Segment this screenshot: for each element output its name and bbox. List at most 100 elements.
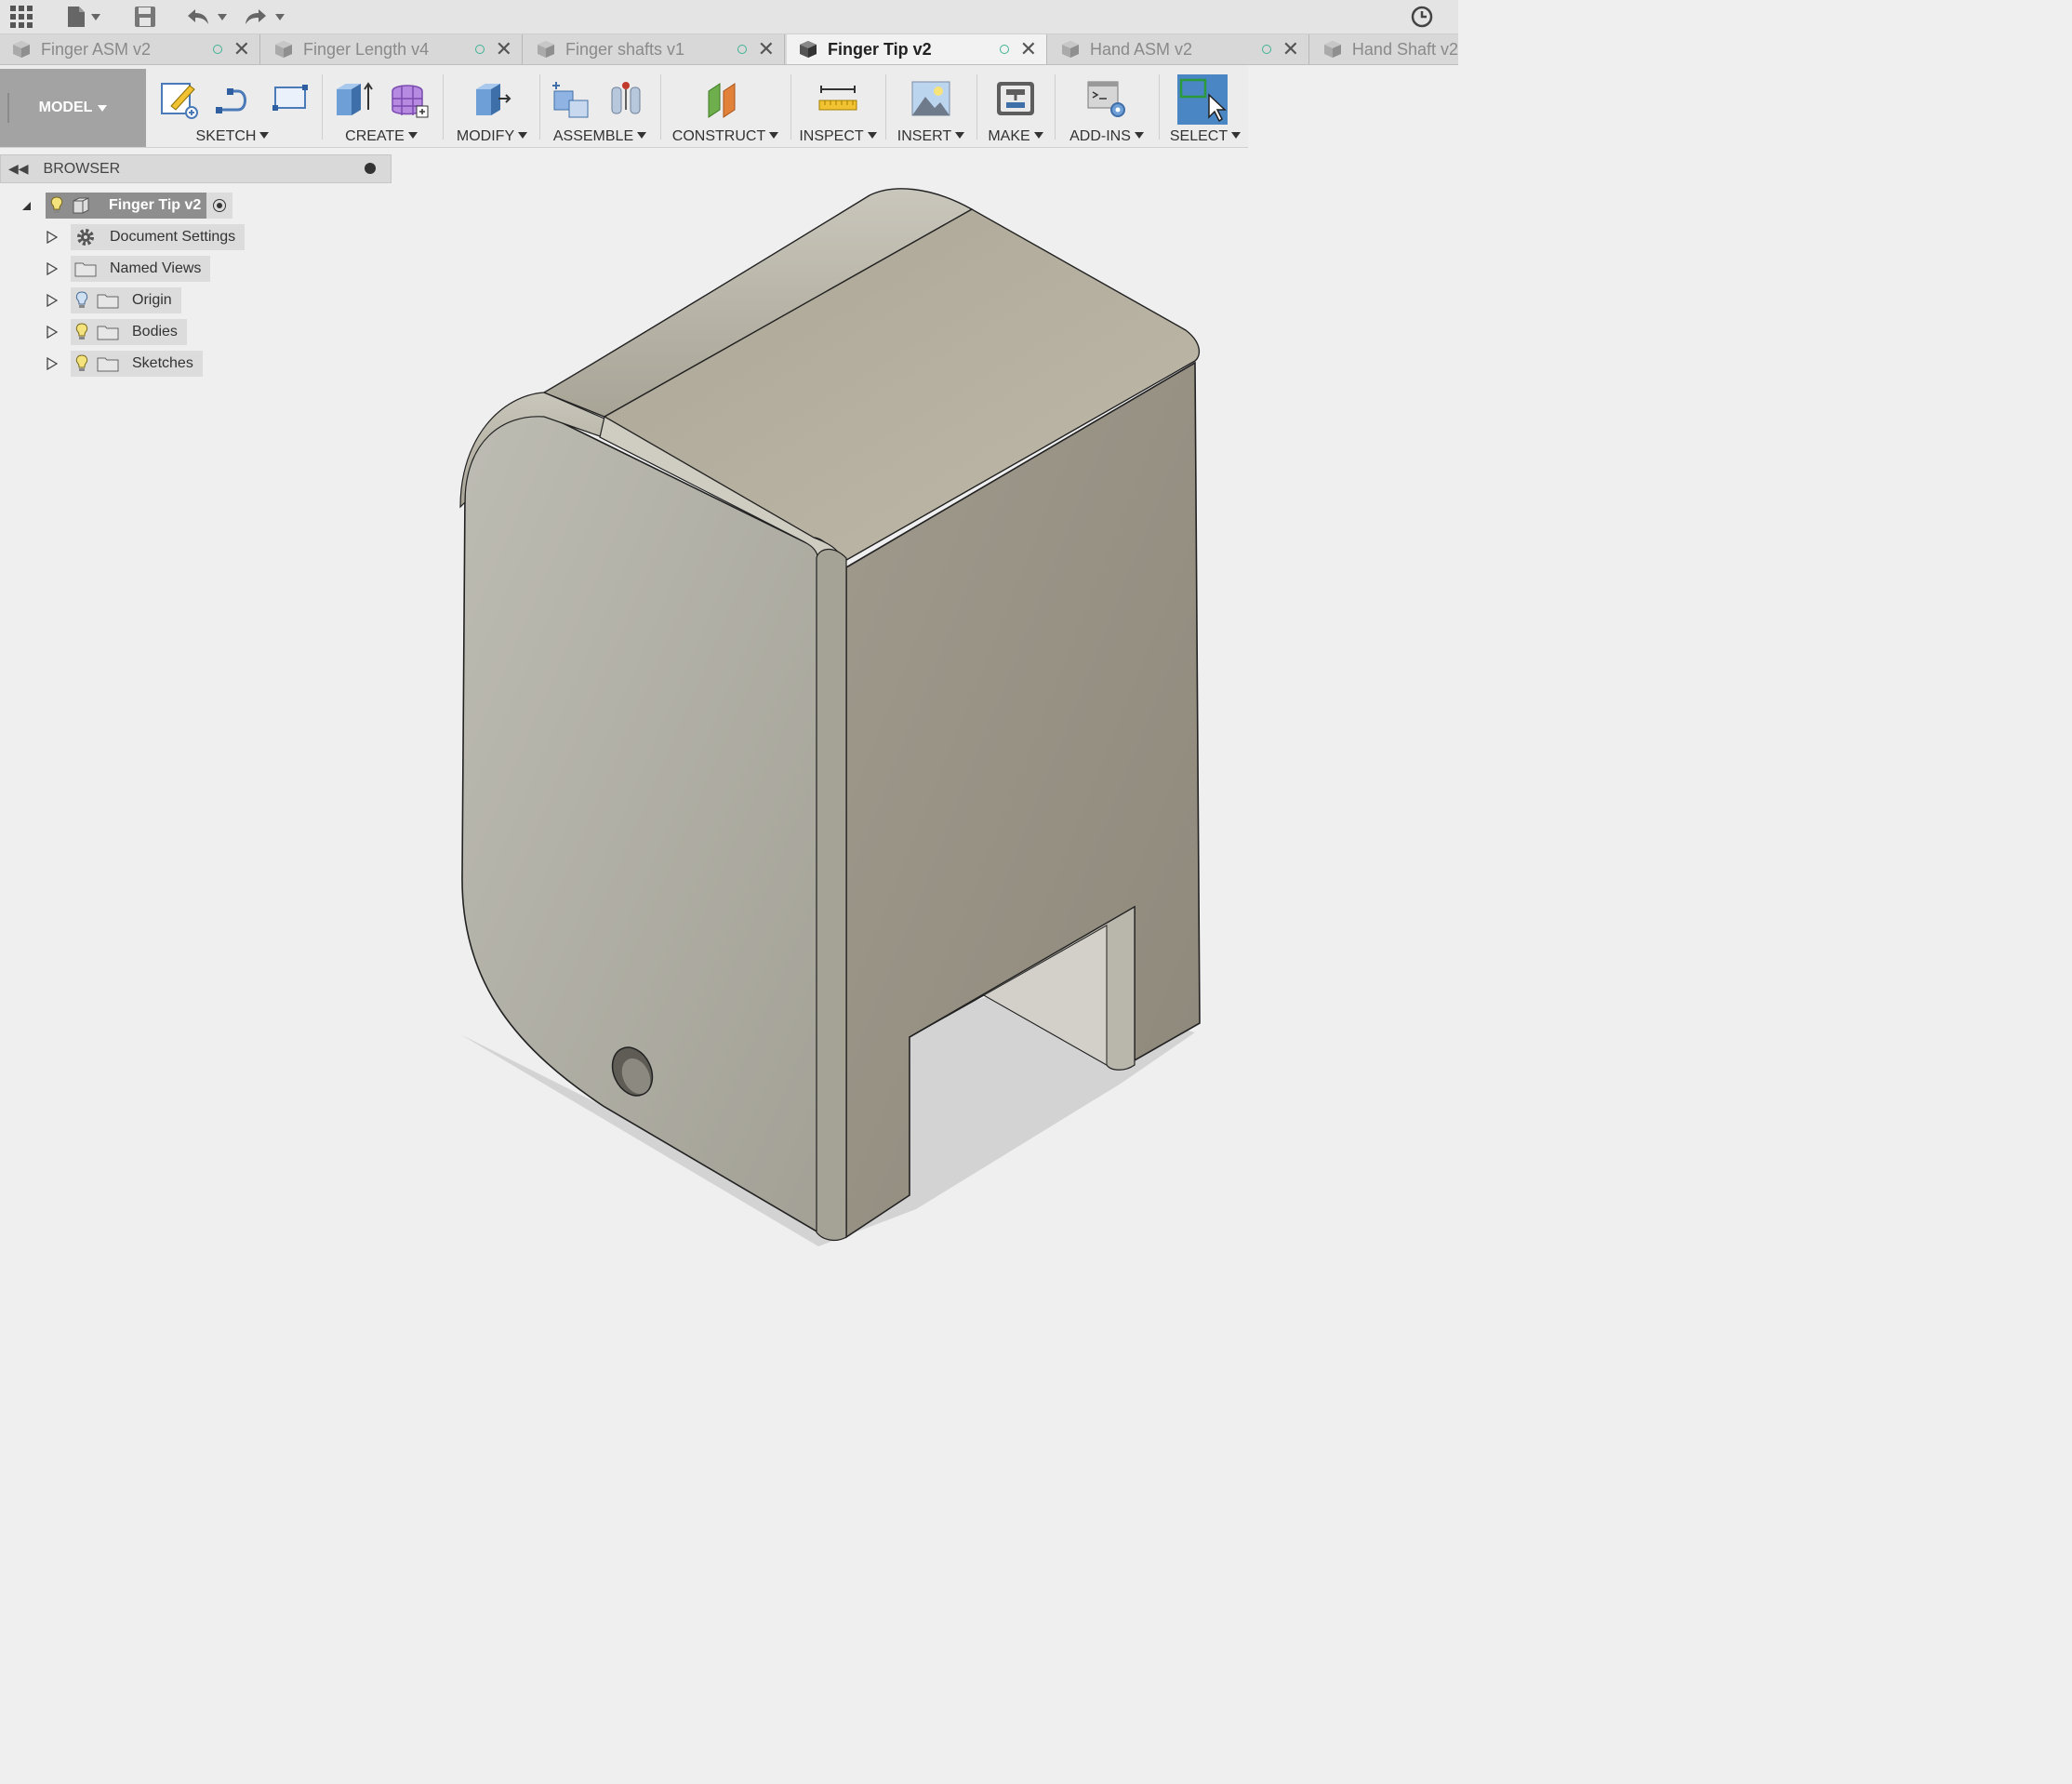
close-icon[interactable]: ✕: [1282, 39, 1299, 60]
item-label: Named Views: [110, 260, 202, 276]
divider: [1159, 74, 1160, 140]
close-icon[interactable]: ✕: [233, 39, 250, 60]
extrude-icon[interactable]: [333, 78, 374, 119]
chevron-down-icon: [518, 132, 528, 139]
chevron-down-icon: [407, 132, 418, 139]
inspect-menu[interactable]: INSPECT: [794, 128, 882, 145]
undo-button[interactable]: [186, 4, 227, 30]
named-views-node[interactable]: Named Views: [71, 256, 211, 282]
model-corner-fillet: [816, 549, 847, 1242]
tab-finger-asm[interactable]: Finger ASM v2 ✕: [0, 34, 260, 64]
inspect-label: INSPECT: [799, 128, 864, 144]
close-icon[interactable]: ✕: [496, 39, 512, 60]
select-label: SELECT: [1169, 128, 1229, 144]
create-label: CREATE: [345, 128, 405, 144]
chevron-down-icon: [259, 132, 270, 139]
assemble-menu[interactable]: ASSEMBLE: [543, 128, 657, 145]
save-icon[interactable]: [134, 4, 156, 30]
sync-status-icon: [212, 45, 222, 54]
tab-finger-tip[interactable]: Finger Tip v2 ✕: [787, 34, 1047, 64]
offset-plane-icon[interactable]: [703, 78, 744, 119]
browser-item-sketches[interactable]: Sketches: [46, 351, 203, 377]
browser-header[interactable]: ◀◀ BROWSER: [0, 154, 392, 183]
lightbulb-icon[interactable]: [74, 354, 89, 373]
make-group: MAKE: [980, 65, 1051, 147]
select-menu[interactable]: SELECT: [1162, 128, 1248, 145]
expand-triangle-icon[interactable]: [46, 357, 58, 370]
divider: [790, 74, 791, 140]
chevron-down-icon: [275, 13, 285, 20]
redo-button[interactable]: [244, 4, 285, 30]
make-menu[interactable]: MAKE: [980, 128, 1051, 145]
modify-menu[interactable]: MODIFY: [446, 128, 538, 145]
tab-hand-shaft[interactable]: Hand Shaft v2: [1311, 34, 1458, 64]
chevron-down-icon: [98, 104, 108, 112]
tab-finger-shafts[interactable]: Finger shafts v1 ✕: [525, 34, 785, 64]
file-menu-button[interactable]: [67, 4, 100, 30]
expand-triangle-icon[interactable]: [22, 201, 31, 210]
lightbulb-icon[interactable]: [49, 196, 64, 215]
activate-radio[interactable]: [206, 193, 233, 219]
form-icon[interactable]: [389, 78, 430, 119]
browser-item-bodies[interactable]: Bodies: [46, 319, 187, 345]
document-settings-node[interactable]: Document Settings: [71, 224, 246, 250]
root-component[interactable]: Finger Tip v2: [46, 193, 207, 219]
browser-item-origin[interactable]: Origin: [46, 287, 181, 313]
expand-triangle-icon[interactable]: [46, 262, 58, 275]
select-icon[interactable]: [1177, 74, 1228, 125]
chevron-down-icon: [637, 132, 647, 139]
grid-menu-icon[interactable]: [9, 4, 33, 30]
model-left-face: [461, 412, 819, 1234]
toolbar-grip: [7, 93, 12, 123]
sketch-group: SKETCH: [149, 65, 316, 147]
scripts-addins-icon[interactable]: [1086, 78, 1127, 119]
browser-root-row[interactable]: Finger Tip v2: [22, 193, 233, 219]
chevron-down-icon: [91, 13, 100, 20]
create-sketch-icon[interactable]: [158, 78, 199, 119]
addins-menu[interactable]: ADD-INS: [1058, 128, 1155, 145]
tab-finger-length[interactable]: Finger Length v4 ✕: [262, 34, 523, 64]
workspace-switcher[interactable]: MODEL: [0, 69, 146, 147]
document-cube-icon: [13, 41, 30, 58]
browser-item-document-settings[interactable]: Document Settings: [46, 224, 246, 250]
tab-hand-asm[interactable]: Hand ASM v2 ✕: [1049, 34, 1309, 64]
line-icon[interactable]: [214, 78, 255, 119]
clock-icon[interactable]: [1410, 4, 1434, 30]
close-icon[interactable]: ✕: [1020, 39, 1037, 60]
insert-menu[interactable]: INSERT: [889, 128, 973, 145]
joint-icon[interactable]: [606, 78, 647, 119]
new-component-icon[interactable]: [551, 78, 591, 119]
insert-image-icon[interactable]: [910, 78, 951, 119]
model-canvas[interactable]: [0, 147, 1458, 1256]
browser-item-named-views[interactable]: Named Views: [46, 256, 211, 282]
lightbulb-icon[interactable]: [74, 323, 89, 341]
collapse-panel-icon[interactable]: ◀◀: [8, 161, 29, 177]
close-icon[interactable]: ✕: [758, 39, 775, 60]
lightbulb-icon[interactable]: [74, 291, 89, 310]
bodies-node[interactable]: Bodies: [71, 319, 187, 345]
sketches-node[interactable]: Sketches: [71, 351, 203, 377]
rectangle-icon[interactable]: [270, 78, 311, 119]
origin-node[interactable]: Origin: [71, 287, 181, 313]
application-bar: [0, 0, 1458, 34]
measure-icon[interactable]: [817, 78, 858, 119]
tab-label: Hand ASM v2: [1090, 39, 1193, 59]
3d-print-icon[interactable]: [995, 78, 1036, 119]
assemble-group: ASSEMBLE: [543, 65, 657, 147]
document-cube-icon: [1062, 41, 1079, 58]
press-pull-icon[interactable]: [471, 78, 511, 119]
sync-status-icon: [737, 45, 747, 54]
sketch-menu[interactable]: SKETCH: [149, 128, 316, 145]
expand-triangle-icon[interactable]: [46, 294, 58, 307]
pin-icon[interactable]: [365, 163, 376, 174]
root-label: Finger Tip v2: [109, 197, 202, 213]
chevron-down-icon: [1231, 132, 1242, 139]
construct-menu[interactable]: CONSTRUCT: [664, 128, 787, 145]
item-label: Document Settings: [110, 229, 236, 245]
tab-label: Finger ASM v2: [41, 39, 152, 59]
expand-triangle-icon[interactable]: [46, 326, 58, 339]
folder-icon: [97, 294, 119, 309]
model-viewport[interactable]: [0, 147, 1458, 1256]
create-menu[interactable]: CREATE: [325, 128, 437, 145]
divider: [660, 74, 661, 140]
